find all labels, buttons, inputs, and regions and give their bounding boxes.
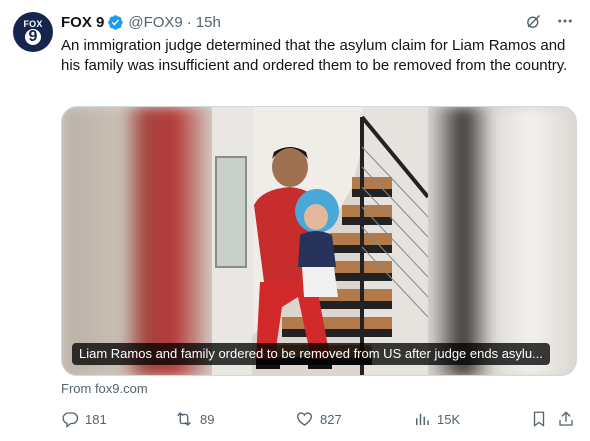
card-image-blur-left [62,107,212,375]
action-bar: 181 89 827 15K [61,410,577,430]
avatar[interactable]: FOX 9 [13,12,53,52]
reply-button[interactable]: 181 [61,410,107,428]
bookmark-icon [530,410,548,428]
tweet-header: FOX 9 @FOX9 · 15h [61,12,221,32]
top-right-icons [525,12,574,30]
share-icon [557,410,575,428]
verified-badge-icon[interactable] [107,14,124,31]
repost-icon [174,410,194,428]
separator-dot: · [186,13,192,31]
timestamp[interactable]: 15h [196,14,221,31]
repost-button[interactable]: 89 [174,410,214,428]
bookmark-button[interactable] [530,410,548,428]
reply-count: 181 [85,411,107,427]
tweet-text: An immigration judge determined that the… [61,37,568,74]
views-icon [413,410,431,428]
display-name[interactable]: FOX 9 [61,14,104,31]
like-icon [295,410,314,428]
card-caption[interactable]: Liam Ramos and family ordered to be remo… [72,343,550,365]
share-button[interactable] [557,410,575,428]
reply-icon [61,410,79,428]
handle[interactable]: @FOX9 [128,14,182,31]
views-button[interactable]: 15K [413,410,460,428]
card-image [212,107,428,375]
views-count: 15K [437,411,461,427]
repost-count: 89 [200,411,215,427]
like-count: 827 [320,411,342,427]
card-image-blur-right [426,107,576,375]
avatar-nine-text: 9 [28,28,38,45]
link-card[interactable]: Liam Ramos and family ordered to be remo… [61,106,577,376]
like-button[interactable]: 827 [295,410,342,428]
grok-icon[interactable] [525,13,542,30]
card-source[interactable]: From fox9.com [61,381,148,396]
more-icon[interactable] [556,12,574,30]
